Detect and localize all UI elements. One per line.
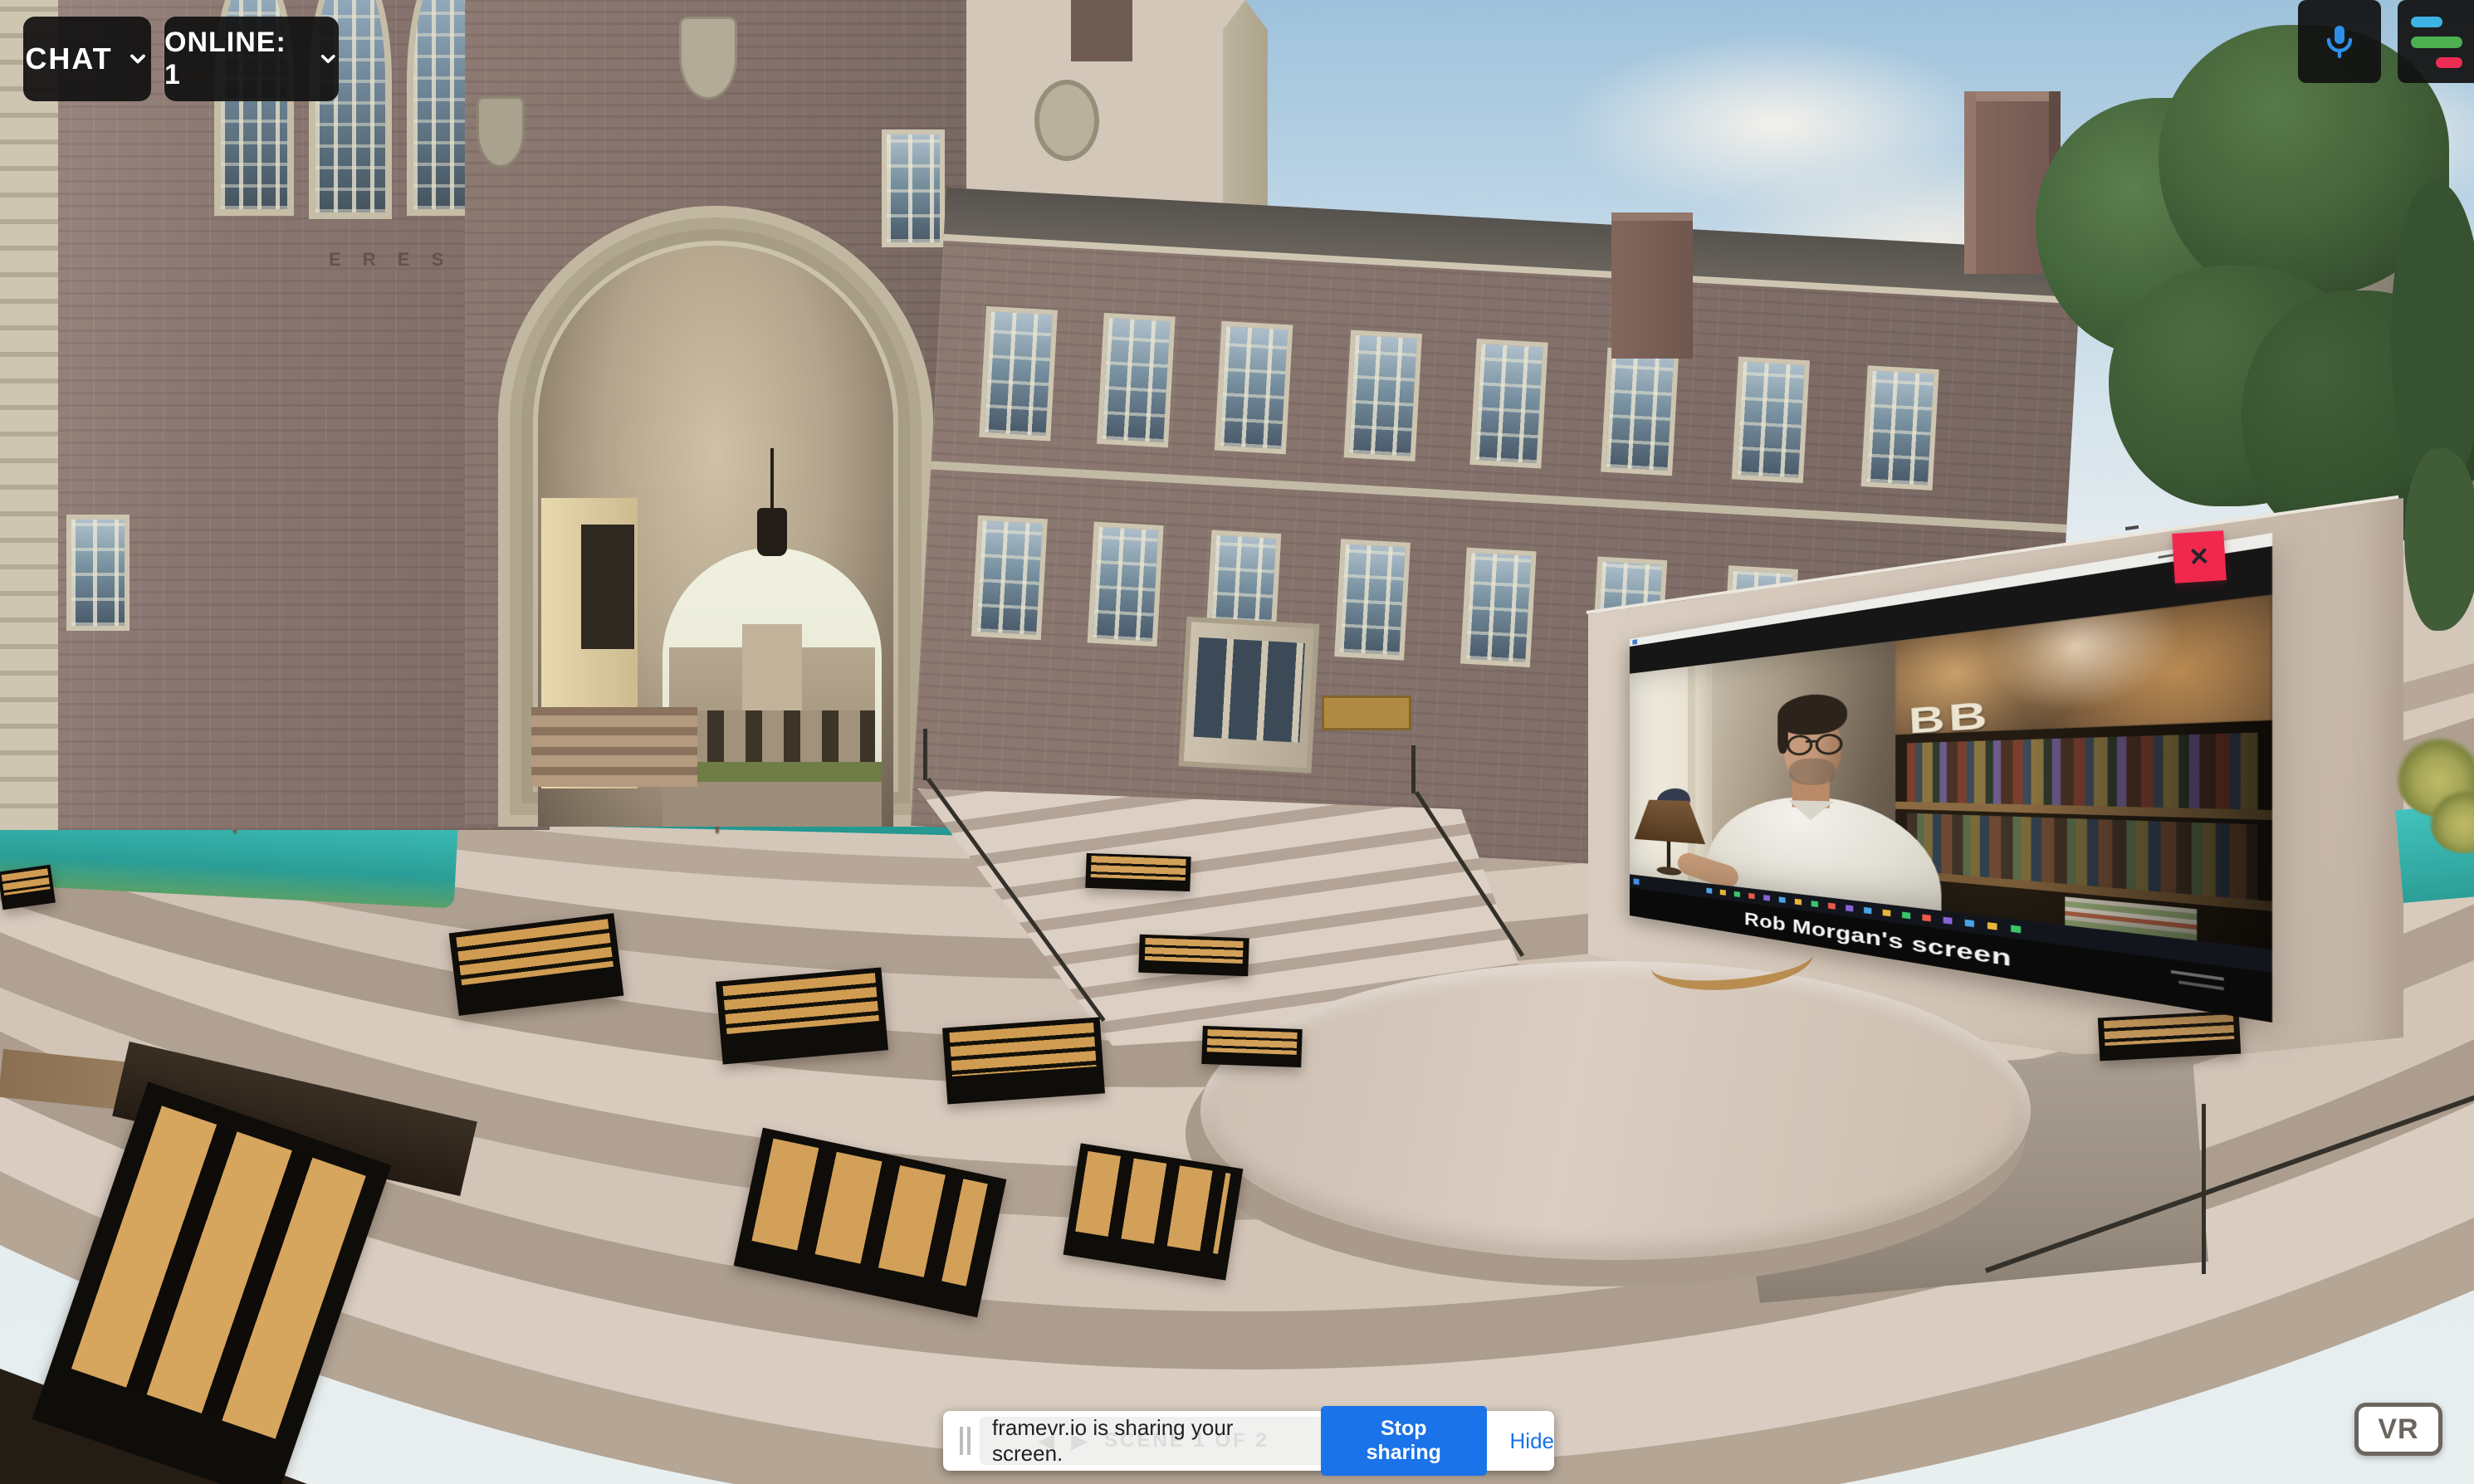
start-icon	[1634, 878, 1640, 885]
building-corner-stone	[0, 0, 58, 830]
chevron-down-icon	[126, 47, 149, 71]
window	[1097, 313, 1176, 448]
bench-slats	[949, 1023, 1097, 1076]
enter-vr-button[interactable]: VR	[2354, 1403, 2442, 1456]
window	[971, 515, 1048, 640]
menu-bar-red	[2436, 57, 2462, 68]
window	[66, 515, 130, 631]
window	[1732, 357, 1810, 484]
online-button-label: ONLINE: 1	[164, 27, 304, 91]
chimney	[1071, 0, 1132, 61]
floor-railing-post	[2202, 1104, 2206, 1274]
drag-bar	[960, 1427, 963, 1455]
bench-slats	[2104, 1014, 2235, 1046]
microphone-icon	[2320, 22, 2359, 61]
bench	[1085, 853, 1191, 891]
screen-share-banner: ◀ ▶ SCENE 1 OF 2 framevr.io is sharing y…	[943, 1411, 1554, 1471]
stair-railing-post	[1411, 745, 1415, 793]
close-screen-share-button[interactable]: ✕	[2172, 530, 2227, 583]
stage-platform	[1200, 961, 2031, 1260]
banner-drag-handle[interactable]	[960, 1427, 971, 1455]
bay-window-glass	[1194, 637, 1305, 743]
bench-slats	[1075, 1151, 1230, 1254]
stop-sharing-button[interactable]: Stop sharing	[1321, 1406, 1487, 1476]
close-icon: ✕	[2188, 542, 2210, 572]
window	[1215, 321, 1293, 455]
bench-slats	[456, 919, 614, 985]
menu-bar-blue	[2411, 17, 2442, 27]
bench	[942, 1017, 1105, 1104]
bench-slats	[1, 868, 50, 896]
watermark	[2178, 980, 2224, 990]
watermark	[2171, 970, 2224, 981]
bench	[716, 967, 888, 1064]
bench	[0, 865, 56, 910]
window	[1469, 339, 1547, 469]
banner-message: framevr.io is sharing your screen.	[992, 1415, 1299, 1467]
browser-tab-icon	[1632, 639, 1637, 645]
medallion-ornament	[1034, 80, 1099, 161]
bench-slats	[723, 973, 879, 1034]
vr-button-label: VR	[2378, 1413, 2418, 1446]
window	[1601, 348, 1679, 476]
shield-ornament	[477, 96, 525, 168]
menu-bar-green	[2411, 37, 2462, 48]
window	[1861, 365, 1939, 491]
drag-bar	[967, 1427, 971, 1455]
tree	[2404, 448, 2474, 631]
vr-scene: E R E S	[0, 0, 2474, 1484]
window	[1334, 539, 1411, 660]
bench-slats	[1207, 1029, 1298, 1055]
window	[1460, 548, 1537, 667]
online-button[interactable]: ONLINE: 1	[164, 17, 339, 101]
stair-railing-post	[923, 729, 927, 780]
window	[1088, 522, 1164, 647]
memorial-plaque	[1322, 696, 1411, 730]
bench	[2098, 1011, 2241, 1062]
menu-button[interactable]	[2398, 0, 2474, 83]
chevron-down-icon	[317, 47, 339, 71]
bench	[1138, 935, 1249, 977]
shield-ornament	[679, 17, 737, 100]
bench-slats	[1144, 938, 1244, 964]
distant-ground	[663, 782, 882, 827]
distant-arcade	[669, 710, 875, 764]
menu-bars-icon	[2409, 15, 2462, 68]
window	[882, 129, 945, 247]
window	[979, 306, 1058, 442]
microphone-button[interactable]	[2298, 0, 2381, 83]
hide-banner-link[interactable]: Hide	[1510, 1428, 1554, 1454]
arch-side-door	[581, 525, 634, 649]
window	[1344, 330, 1422, 461]
bench	[1201, 1026, 1303, 1067]
arch-lantern	[757, 508, 787, 556]
bench-slats	[1091, 856, 1186, 880]
chat-button[interactable]: CHAT	[23, 17, 151, 101]
arch-steps	[531, 707, 697, 787]
chat-button-label: CHAT	[25, 41, 112, 76]
arch-lantern	[770, 448, 774, 510]
chimney	[1611, 212, 1693, 359]
